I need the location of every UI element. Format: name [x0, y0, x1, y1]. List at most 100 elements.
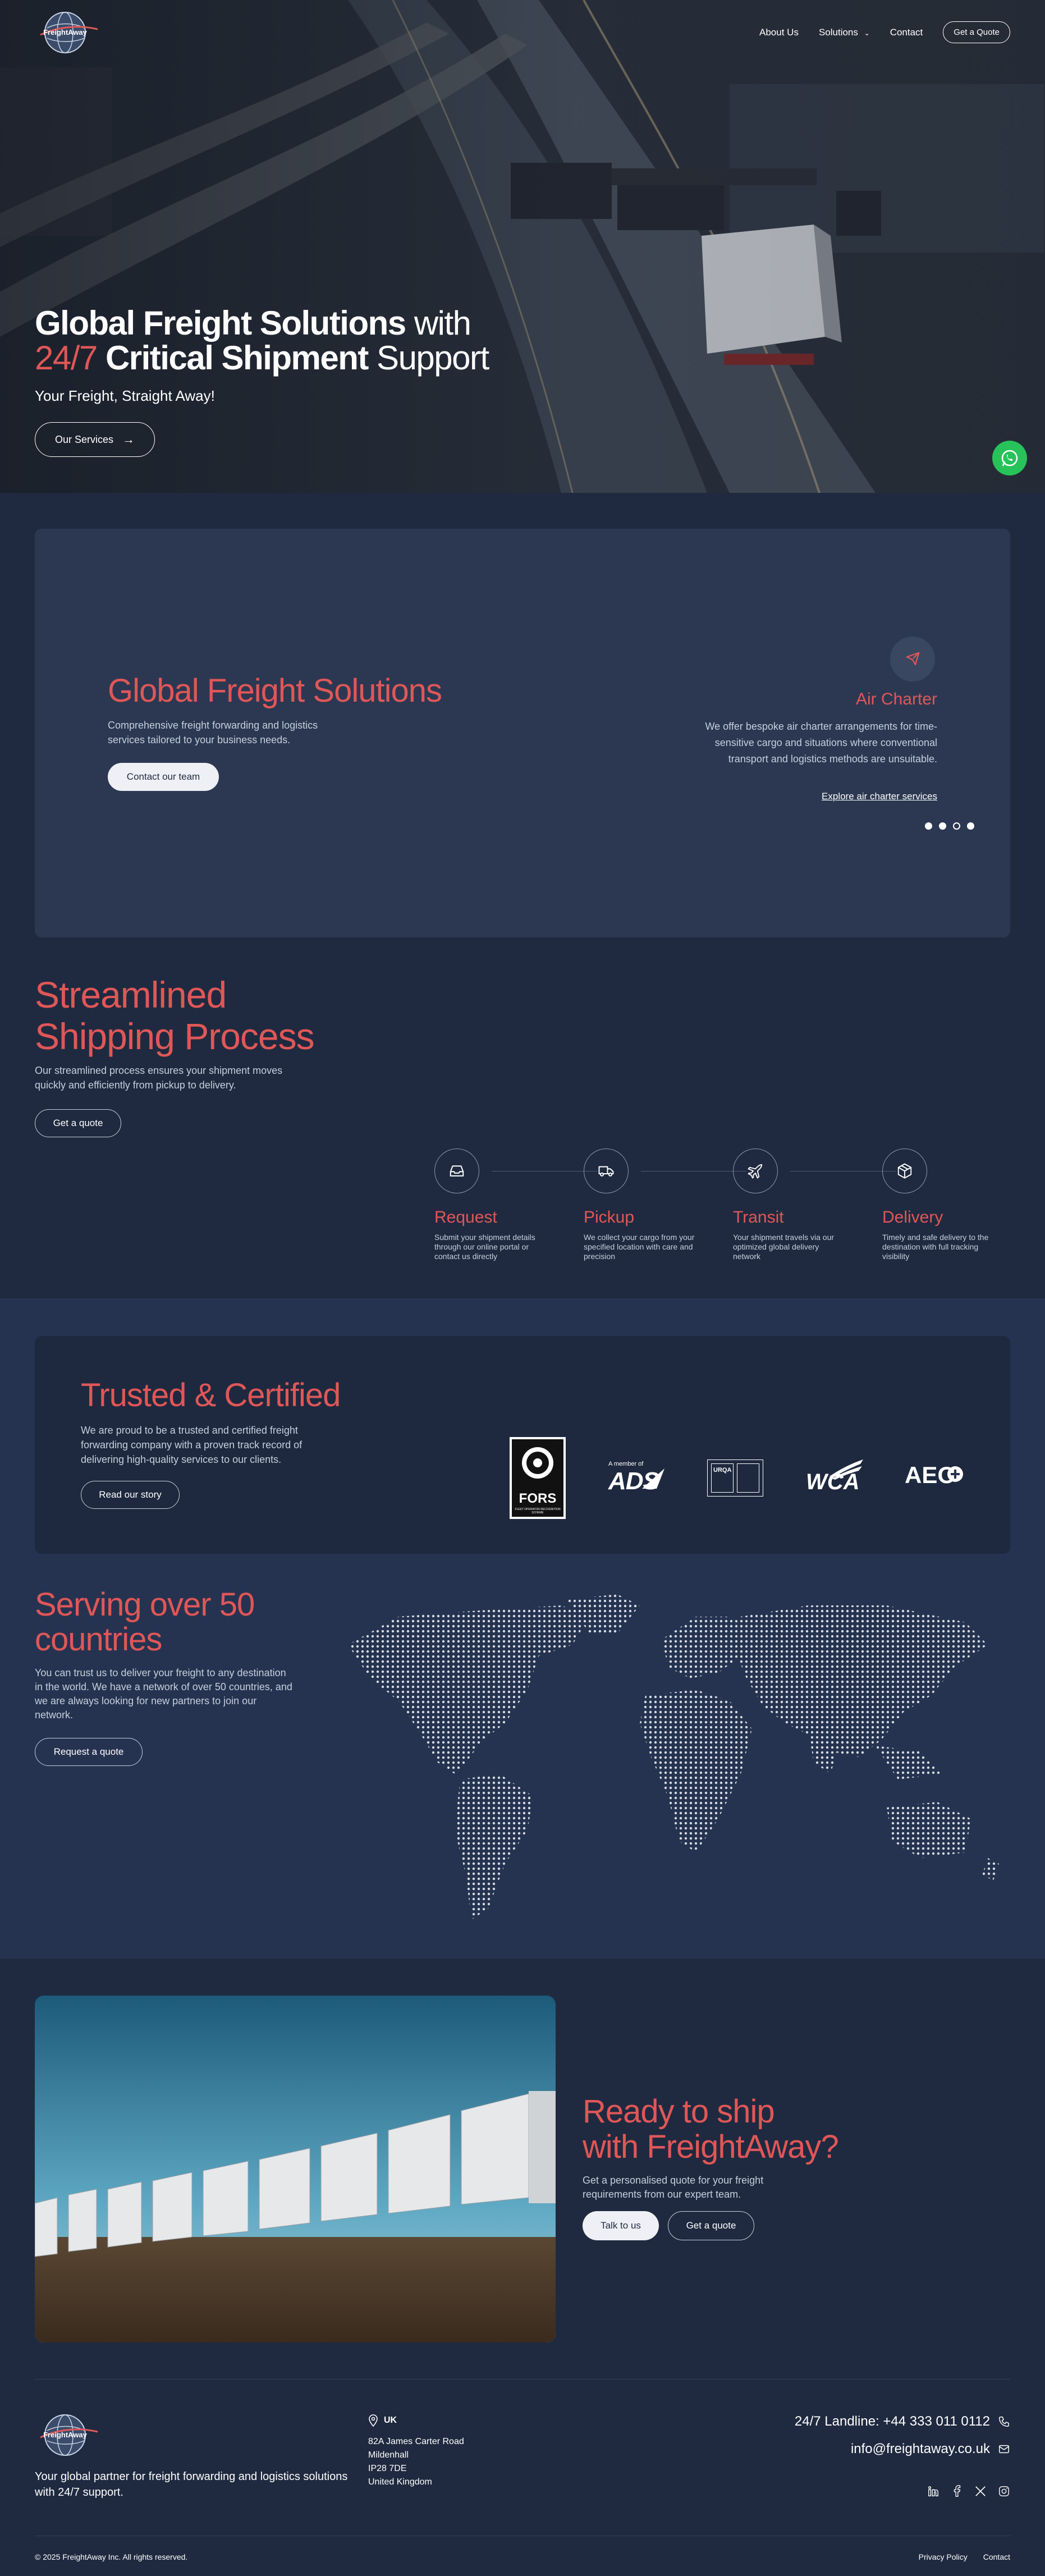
process-step: Request Submit your shipment details thr…	[434, 1149, 547, 1261]
address-line: IP28 7DE	[368, 2464, 407, 2473]
inbox-icon	[450, 1165, 464, 1177]
freightaway-globe-logo-icon: FreightAway	[40, 12, 98, 53]
footer-region: UK	[368, 2414, 464, 2427]
read-our-story-button[interactable]: Read our story	[81, 1481, 180, 1509]
footer-email-link[interactable]: info@freightaway.co.uk	[851, 2441, 1010, 2457]
services-card: Global Freight Solutions Comprehensive f…	[35, 529, 1010, 937]
whatsapp-icon	[1001, 450, 1018, 466]
service-title: Air Charter	[855, 690, 937, 708]
facebook-icon[interactable]	[951, 2485, 963, 2497]
nav-solutions[interactable]: Solutions ⌄	[819, 27, 870, 38]
carousel-dot[interactable]	[967, 822, 974, 830]
explore-service-link[interactable]: Explore air charter services	[822, 791, 937, 802]
process-title: Streamlined Shipping Process	[35, 974, 315, 1057]
svg-text:FreightAway: FreightAway	[43, 2431, 88, 2439]
nav-solutions-label: Solutions	[818, 26, 858, 38]
get-a-quote-button[interactable]: Get a Quote	[943, 21, 1010, 43]
footer-address: UK 82A James Carter Road Mildenhall IP28…	[368, 2414, 464, 2489]
hero-title: Global Freight Solutions with 24/7 Criti…	[35, 306, 489, 376]
our-services-button[interactable]: Our Services →	[35, 422, 155, 457]
process-step: Transit Your shipment travels via our op…	[733, 1149, 845, 1261]
step-title: Delivery	[882, 1208, 943, 1227]
arrow-right-icon: →	[122, 432, 135, 446]
freightaway-logo[interactable]: FreightAway	[35, 6, 102, 57]
fors-badge-icon	[512, 1439, 563, 1517]
hero-overlay	[0, 0, 1045, 493]
footer-phone-text: 24/7 Landline: +44 333 011 0112	[794, 2414, 990, 2429]
address-line: Mildenhall	[368, 2450, 409, 2460]
x-icon[interactable]	[974, 2485, 987, 2497]
wca-wings-icon	[829, 1459, 863, 1480]
trailers-photo	[35, 1996, 556, 2342]
request-a-quote-button[interactable]: Request a quote	[35, 1738, 143, 1766]
step-description: Timely and safe delivery to the destinat…	[882, 1233, 989, 1261]
ready-title: Ready to ship with FreightAway?	[583, 2093, 839, 2165]
nav-about[interactable]: About Us	[759, 27, 799, 38]
linkedin-icon[interactable]	[927, 2485, 939, 2497]
hero-subtitle: Your Freight, Straight Away!	[35, 387, 215, 404]
legal-links: Privacy Policy Contact	[919, 2552, 1010, 2561]
ads-swoosh-icon	[642, 1468, 664, 1489]
step-description: Your shipment travels via our optimized …	[733, 1233, 835, 1261]
ready-title-line2: with FreightAway?	[583, 2129, 839, 2165]
step-title: Transit	[733, 1208, 784, 1227]
services-title: Global Freight Solutions	[108, 672, 442, 709]
our-services-label: Our Services	[54, 433, 114, 445]
process-get-quote-button[interactable]: Get a quote	[35, 1109, 121, 1137]
social-links	[927, 2485, 1010, 2497]
nav-contact[interactable]: Contact	[890, 27, 923, 38]
process-title-line1: Streamlined	[35, 974, 227, 1015]
step-description: Submit your shipment details through our…	[434, 1233, 535, 1261]
certified-title: Trusted & Certified	[81, 1377, 341, 1413]
certified-description: We are proud to be a trusted and certifi…	[81, 1425, 302, 1465]
map-pin-icon	[369, 2414, 378, 2427]
address-line: 82A James Carter Road	[368, 2437, 464, 2446]
contact-our-team-button[interactable]: Contact our team	[108, 763, 219, 791]
ready-get-quote-button[interactable]: Get a quote	[668, 2211, 754, 2240]
airplane-icon	[748, 1164, 763, 1179]
privacy-policy-link[interactable]: Privacy Policy	[919, 2552, 968, 2561]
process-description: Our streamlined process ensures your shi…	[35, 1065, 283, 1091]
urqa-logo: URQA	[707, 1459, 763, 1497]
talk-to-us-button[interactable]: Talk to us	[583, 2211, 659, 2240]
whatsapp-button[interactable]	[992, 441, 1027, 475]
footer-divider	[35, 2379, 1010, 2380]
hero-title-rest-1: with	[405, 304, 471, 342]
carousel-dot-active[interactable]	[953, 822, 960, 830]
copyright-text: © 2025 FreightAway Inc. All rights reser…	[35, 2552, 188, 2561]
carousel-dot[interactable]	[939, 822, 946, 830]
countries-title-line1: Serving over 50	[35, 1586, 255, 1623]
ready-description: Get a personalised quote for your freigh…	[583, 2175, 764, 2200]
footer-region-label: UK	[384, 2415, 397, 2425]
urqa-logo-text: URQA	[713, 1467, 732, 1474]
mail-icon	[999, 2445, 1009, 2454]
step-title: Pickup	[584, 1208, 635, 1227]
freightaway-globe-logo-icon: FreightAway	[40, 2414, 98, 2456]
step-description: We collect your cargo from your specifie…	[584, 1233, 695, 1261]
world-map-dotted	[348, 1594, 999, 1920]
instagram-icon[interactable]	[998, 2485, 1010, 2497]
footer-contact-link[interactable]: Contact	[983, 2552, 1010, 2561]
truck-icon	[598, 1166, 614, 1177]
carousel-dot[interactable]	[925, 822, 932, 830]
countries-title: Serving over 50 countries	[35, 1586, 255, 1658]
countries-title-line2: countries	[35, 1621, 162, 1658]
ads-member-text: A member of	[608, 1461, 644, 1467]
step-icon-circle	[434, 1149, 479, 1193]
services-description: Comprehensive freight forwarding and log…	[108, 720, 318, 745]
hero-title-accent: 24/7	[35, 339, 98, 377]
hero-section: FreightAway About Us Solutions ⌄ Contact…	[0, 0, 1045, 493]
step-icon-circle	[733, 1149, 778, 1193]
footer-logo[interactable]: FreightAway	[35, 2408, 102, 2460]
fors-logo: FORS FLEET OPERATOR RECOGNITION SCHEME	[510, 1437, 566, 1519]
main-nav: About Us Solutions ⌄ Contact Get a Quote	[759, 21, 1010, 43]
service-description: We offer bespoke air charter arrangement…	[705, 721, 937, 765]
footer-phone-link[interactable]: 24/7 Landline: +44 333 011 0112	[795, 2414, 1010, 2429]
address-line: United Kingdom	[368, 2477, 432, 2487]
service-icon-badge	[890, 637, 935, 681]
hero-title-bold-2: Critical Shipment	[97, 339, 369, 377]
footer-email-text: info@freightaway.co.uk	[850, 2441, 990, 2456]
ready-title-line1: Ready to ship	[583, 2093, 775, 2130]
carousel-dots	[925, 822, 974, 830]
urqa-badge-right	[737, 1463, 759, 1493]
